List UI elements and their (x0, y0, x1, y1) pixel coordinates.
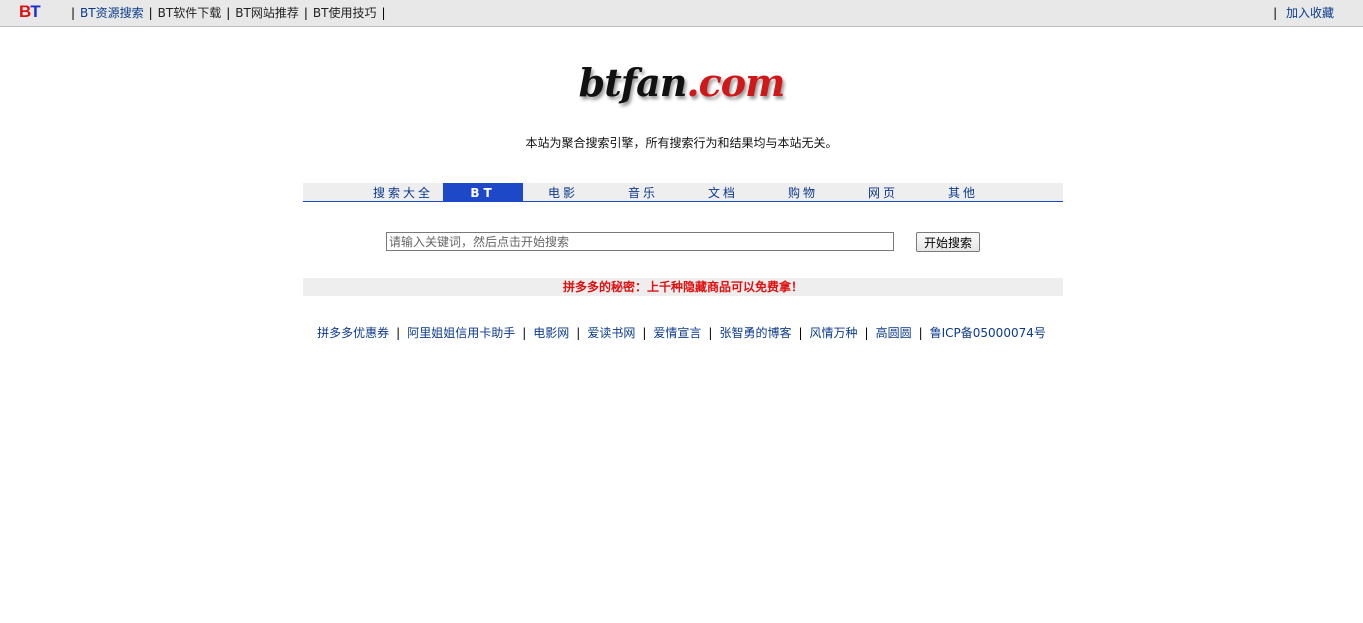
tab-1[interactable]: BT (443, 183, 523, 201)
footer-separator: | (918, 326, 923, 340)
top-nav-separator: | (303, 6, 308, 20)
tab-6[interactable]: 网页 (843, 183, 923, 201)
footer-link[interactable]: 阿里姐姐信用卡助手 (407, 326, 515, 340)
footer-separator: | (798, 326, 803, 340)
promo-banner[interactable]: 拼多多的秘密：上千种隐藏商品可以免费拿！ (303, 278, 1063, 296)
top-nav-link[interactable]: BT资源搜索 (80, 6, 144, 20)
tab-7[interactable]: 其他 (923, 183, 1003, 201)
top-nav-separator: | (1273, 6, 1278, 20)
top-bar: BT | BT资源搜索 | BT软件下载 | BT网站推荐 | BT使用技巧 | | 加入收藏 (0, 0, 1363, 27)
footer-separator: | (642, 326, 647, 340)
top-nav-separator: | (148, 6, 153, 20)
top-nav-separator: | (381, 6, 386, 20)
footer-links: 拼多多优惠券 | 阿里姐姐信用卡助手 | 电影网 | 爱读书网 | 爱情宣言 | 张智勇的博客 | 风情… (0, 325, 1363, 341)
footer-link[interactable]: 爱读书网 (587, 326, 635, 340)
add-favorite-link[interactable]: 加入收藏 (1286, 6, 1334, 20)
tab-5[interactable]: 购物 (763, 183, 843, 201)
top-nav: | BT资源搜索 | BT软件下载 | BT网站推荐 | BT使用技巧 | (66, 6, 391, 20)
footer-separator: | (522, 326, 527, 340)
site-notice: 本站为聚合搜索引擎，所有搜索行为和结果均与本站无关。 (525, 136, 838, 150)
top-nav-link[interactable]: BT软件下载 (158, 6, 222, 20)
footer-separator: | (708, 326, 713, 340)
site-logo[interactable]: btfan.com (0, 58, 1363, 108)
top-nav-link[interactable]: BT使用技巧 (313, 6, 377, 20)
footer-separator: | (576, 326, 581, 340)
top-logo[interactable]: BT (19, 3, 41, 21)
search-input[interactable] (386, 232, 894, 251)
footer-link[interactable]: 高圆圆 (876, 326, 912, 340)
top-nav-link[interactable]: BT网站推荐 (235, 6, 299, 20)
tab-0[interactable]: 搜索大全 (363, 183, 443, 201)
footer-link[interactable]: 风情万种 (810, 326, 858, 340)
top-nav-separator: | (71, 6, 76, 20)
footer-separator: | (396, 326, 401, 340)
top-right: | 加入收藏 (1268, 6, 1334, 20)
footer-link[interactable]: 爱情宣言 (653, 326, 701, 340)
tab-3[interactable]: 音乐 (603, 183, 683, 201)
footer-link[interactable]: 鲁ICP备05000074号 (930, 326, 1046, 340)
search-category-tabs: 搜索大全 BT 电影 音乐 文档 购物 网页 其他 (303, 183, 1063, 202)
tab-4[interactable]: 文档 (683, 183, 763, 201)
footer-separator: | (864, 326, 869, 340)
top-nav-separator: | (226, 6, 231, 20)
tab-2[interactable]: 电影 (523, 183, 603, 201)
footer-link[interactable]: 拼多多优惠券 (317, 326, 389, 340)
footer-link[interactable]: 张智勇的博客 (719, 326, 791, 340)
search-button[interactable]: 开始搜索 (916, 232, 980, 252)
footer-link[interactable]: 电影网 (533, 326, 569, 340)
